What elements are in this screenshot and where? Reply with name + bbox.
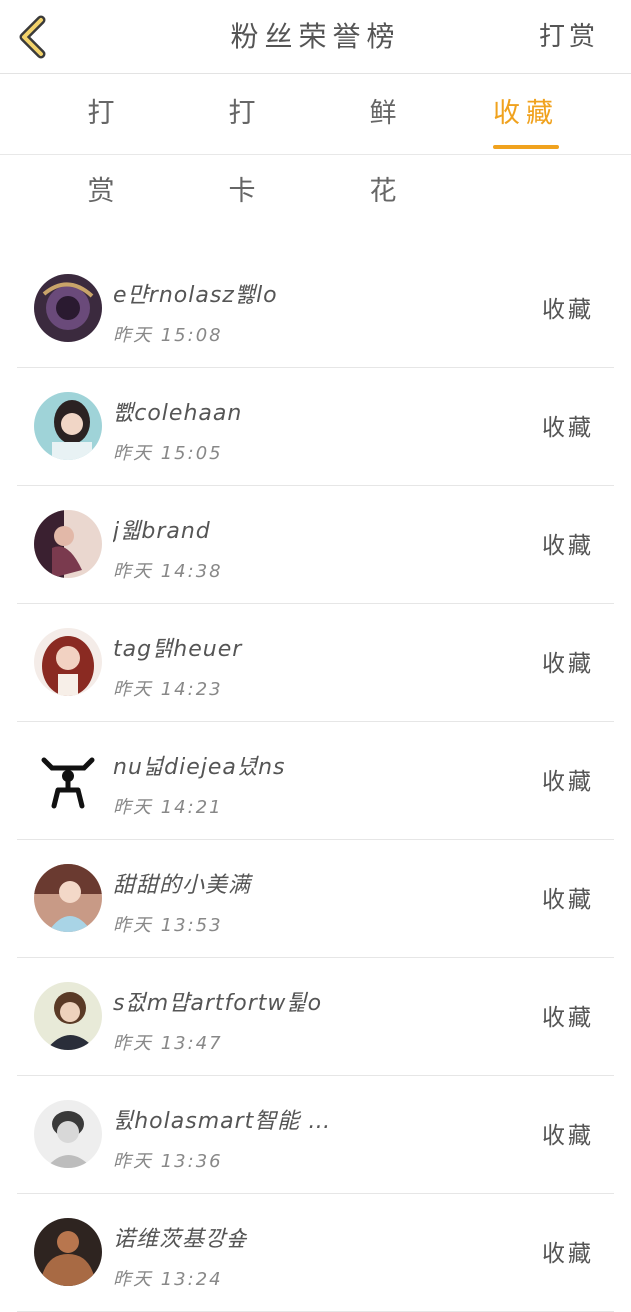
fan-list: e먄rnolasz뾇lo 昨天 15:08 收藏 뾊colehaan 昨天 15… bbox=[17, 250, 614, 1312]
timestamp: 昨天 15:05 bbox=[113, 443, 223, 464]
tab-reward[interactable]: 打赏 bbox=[72, 75, 136, 207]
avatar bbox=[34, 1218, 102, 1286]
avatar bbox=[34, 392, 102, 460]
timestamp: 昨天 13:36 bbox=[113, 1151, 223, 1172]
list-item[interactable]: 甜甜的小美满 昨天 13:53 收藏 bbox=[17, 840, 614, 958]
avatar bbox=[34, 274, 102, 342]
timestamp: 昨天 15:08 bbox=[113, 325, 223, 346]
timestamp: 昨天 13:24 bbox=[113, 1269, 223, 1290]
action-label: 收藏 bbox=[542, 415, 594, 441]
action-label: 收藏 bbox=[542, 533, 594, 559]
chevron-left-icon bbox=[19, 15, 46, 59]
tab-label: 收藏 bbox=[493, 98, 559, 129]
tab-checkin[interactable]: 打卡 bbox=[213, 75, 277, 207]
timestamp: 昨天 14:23 bbox=[113, 679, 223, 700]
user-name: 甜甜的小美满 bbox=[113, 873, 252, 898]
active-tab-indicator bbox=[493, 145, 559, 149]
user-name: nu넓diejea녔ns bbox=[113, 755, 286, 780]
tab-bar: 打赏 打卡 鲜花 收藏 bbox=[0, 75, 631, 207]
user-name: 튌holasmart智能 … bbox=[113, 1109, 332, 1134]
top-bar: 粉丝荣誉榜 打赏 bbox=[0, 0, 631, 74]
tab-favorites[interactable]: 收藏 bbox=[493, 75, 559, 155]
list-item[interactable]: e먄rnolasz뾇lo 昨天 15:08 收藏 bbox=[17, 250, 614, 368]
page-title: 粉丝荣誉榜 bbox=[230, 20, 401, 53]
user-name: j웳brand bbox=[113, 519, 211, 544]
timestamp: 昨天 14:38 bbox=[113, 561, 223, 582]
list-item[interactable]: s젒m먑artfortw튍o 昨天 13:47 收藏 bbox=[17, 958, 614, 1076]
list-item[interactable]: j웳brand 昨天 14:38 收藏 bbox=[17, 486, 614, 604]
list-item[interactable]: nu넓diejea녔ns 昨天 14:21 收藏 bbox=[17, 722, 614, 840]
action-label: 收藏 bbox=[542, 1005, 594, 1031]
action-label: 收藏 bbox=[542, 1123, 594, 1149]
user-name: e먄rnolasz뾇lo bbox=[113, 283, 278, 308]
tab-flowers[interactable]: 鲜花 bbox=[354, 75, 418, 207]
avatar bbox=[34, 864, 102, 932]
action-label: 收藏 bbox=[542, 769, 594, 795]
list-item[interactable]: tag탥heuer 昨天 14:23 收藏 bbox=[17, 604, 614, 722]
list-item[interactable]: 诺维茨基깡숖 昨天 13:24 收藏 bbox=[17, 1194, 614, 1312]
avatar bbox=[34, 1100, 102, 1168]
action-label: 收藏 bbox=[542, 651, 594, 677]
user-name: tag탥heuer bbox=[113, 637, 243, 662]
tab-label: 鲜花 bbox=[369, 98, 403, 207]
action-label: 收藏 bbox=[542, 297, 594, 323]
avatar bbox=[34, 628, 102, 696]
tab-label: 打赏 bbox=[87, 98, 121, 207]
timestamp: 昨天 14:21 bbox=[113, 797, 223, 818]
list-item[interactable]: 튌holasmart智能 … 昨天 13:36 收藏 bbox=[17, 1076, 614, 1194]
user-name: s젒m먑artfortw튍o bbox=[113, 991, 323, 1016]
avatar bbox=[34, 510, 102, 578]
user-name: 诺维茨基깡숖 bbox=[113, 1227, 248, 1252]
back-button[interactable] bbox=[12, 12, 52, 62]
action-label: 收藏 bbox=[542, 1241, 594, 1267]
timestamp: 昨天 13:47 bbox=[113, 1033, 223, 1054]
reward-button[interactable]: 打赏 bbox=[539, 0, 599, 74]
list-item[interactable]: 뾊colehaan 昨天 15:05 收藏 bbox=[17, 368, 614, 486]
action-label: 收藏 bbox=[542, 887, 594, 913]
user-name: 뾊colehaan bbox=[113, 401, 243, 426]
avatar bbox=[34, 746, 102, 814]
avatar bbox=[34, 982, 102, 1050]
timestamp: 昨天 13:53 bbox=[113, 915, 223, 936]
tab-label: 打卡 bbox=[228, 98, 262, 207]
